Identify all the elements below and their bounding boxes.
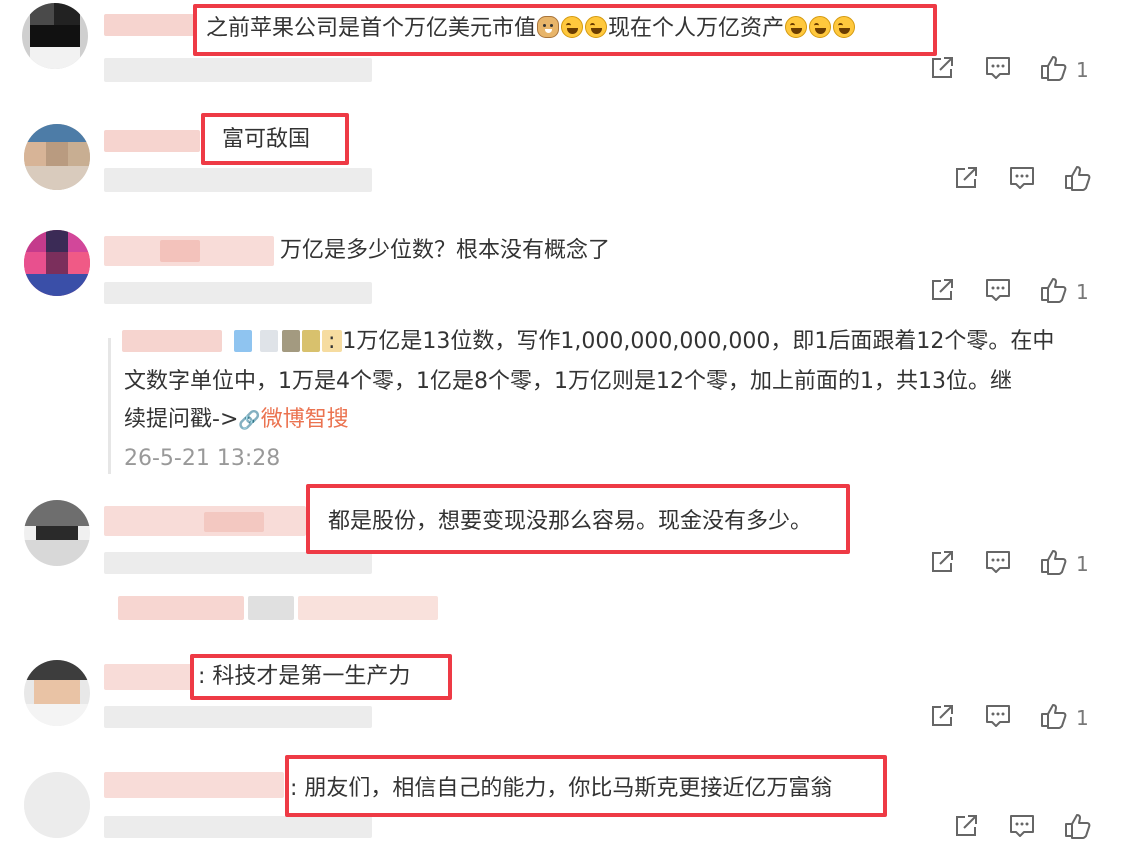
comment-button[interactable] xyxy=(984,276,1012,304)
share-button[interactable] xyxy=(928,54,956,82)
highlight-box xyxy=(306,484,850,554)
share-button[interactable] xyxy=(952,812,980,840)
like-button[interactable] xyxy=(1064,164,1092,192)
like-button[interactable] xyxy=(1040,276,1068,304)
link-icon: 🔗 xyxy=(238,410,261,431)
highlight-box xyxy=(190,654,452,700)
like-count: 1 xyxy=(1076,552,1089,576)
share-button[interactable] xyxy=(928,702,956,730)
share-button[interactable] xyxy=(928,548,956,576)
like-button[interactable] xyxy=(1040,54,1068,82)
reply-text-line2: 文数字单位中，1万是4个零，1亿是8个零，1万亿则是12个零，加上前面的1，共1… xyxy=(124,369,1012,394)
avatar[interactable] xyxy=(24,230,90,296)
highlight-box xyxy=(201,113,349,165)
comment-button[interactable] xyxy=(1008,812,1036,840)
avatar[interactable] xyxy=(24,660,90,726)
avatar[interactable] xyxy=(24,772,90,838)
reply-timestamp: 26-5-21 13:28 xyxy=(124,446,281,471)
like-count: 1 xyxy=(1076,58,1089,82)
avatar[interactable] xyxy=(24,124,90,190)
comment-button[interactable] xyxy=(984,702,1012,730)
reply-text-line1: : 1万亿是13位数，写作1,000,000,000,000，即1后面跟着12个… xyxy=(328,329,1055,354)
highlight-box xyxy=(285,755,887,817)
like-button[interactable] xyxy=(1040,548,1068,576)
like-count: 1 xyxy=(1076,706,1089,730)
like-count: 1 xyxy=(1076,280,1089,304)
comment-button[interactable] xyxy=(1008,164,1036,192)
reply-text-line3: 续提问戳->🔗微博智搜 xyxy=(124,407,349,432)
avatar[interactable] xyxy=(22,3,88,69)
share-button[interactable] xyxy=(928,276,956,304)
comment-text: 万亿是多少位数？根本没有概念了 xyxy=(280,238,611,263)
like-button[interactable] xyxy=(1040,702,1068,730)
comment-button[interactable] xyxy=(984,548,1012,576)
share-button[interactable] xyxy=(952,164,980,192)
comment-button[interactable] xyxy=(984,54,1012,82)
weibo-search-link[interactable]: 微博智搜 xyxy=(261,407,349,432)
reply-divider xyxy=(108,338,111,474)
highlight-box xyxy=(193,4,937,56)
avatar[interactable] xyxy=(24,500,90,566)
like-button[interactable] xyxy=(1064,812,1092,840)
